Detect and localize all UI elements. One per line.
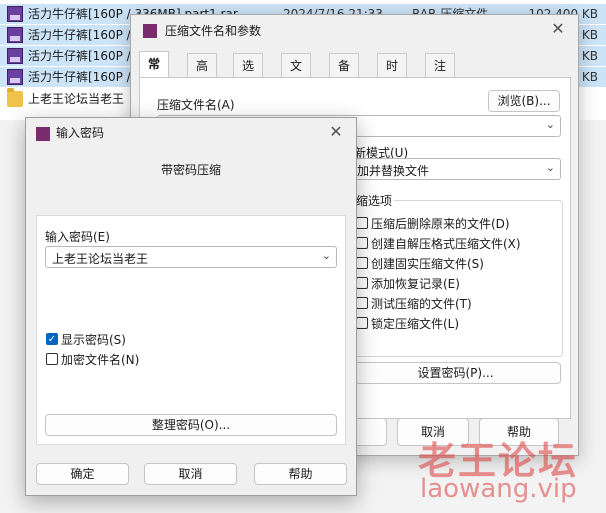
file-name: 上老王论坛当老王: [28, 92, 125, 106]
organize-passwords-button[interactable]: 整理密码(O)...: [45, 414, 337, 436]
file-size: KB: [581, 70, 598, 84]
rar-icon: [7, 48, 23, 64]
password-label: 输入密码(E): [45, 230, 110, 244]
file-size: KB: [581, 28, 598, 42]
cancel-button[interactable]: 取消: [144, 463, 237, 485]
tab-options[interactable]: 选项: [233, 53, 264, 97]
archive-name-label: 压缩文件名(A): [157, 98, 235, 112]
tab-time[interactable]: 时间: [377, 53, 408, 97]
rar-icon: [7, 27, 23, 43]
close-icon[interactable]: ✕: [326, 122, 346, 142]
file-size: KB: [581, 49, 598, 63]
encrypt-names-checkbox[interactable]: [46, 353, 58, 365]
encrypt-names-label: 加密文件名(N): [61, 353, 140, 367]
sfx-checkbox[interactable]: [356, 237, 368, 249]
test-files-checkbox[interactable]: [356, 297, 368, 309]
password-input[interactable]: 上老王论坛当老王 ⌄: [45, 246, 337, 268]
update-mode-value: 加并替换文件: [357, 164, 430, 178]
password-dialog: 输入密码 ✕ 带密码压缩 输入密码(E) 上老王论坛当老王 ⌄ ✓ 显示密码(S…: [25, 117, 357, 496]
ok-button[interactable]: 确定: [36, 463, 129, 485]
help-button[interactable]: 帮助: [254, 463, 347, 485]
delete-after-checkbox[interactable]: [356, 217, 368, 229]
options-group-label: 缩选项: [354, 192, 395, 209]
solid-checkbox[interactable]: [356, 257, 368, 269]
rar-icon: [7, 69, 23, 85]
option-label: 添加恢复记录(E): [371, 277, 460, 291]
dialog-heading: 带密码压缩: [161, 163, 222, 177]
option-label: 创建自解压格式压缩文件(X): [371, 237, 521, 251]
chevron-down-icon: ⌄: [545, 161, 555, 174]
dialog-title: 输入密码: [56, 126, 105, 140]
chevron-down-icon: ⌄: [545, 118, 555, 131]
password-value: 上老王论坛当老王: [52, 252, 149, 266]
lock-archive-checkbox[interactable]: [356, 317, 368, 329]
folder-icon: [7, 88, 23, 107]
winrar-icon: [36, 127, 50, 141]
show-password-label: 显示密码(S): [61, 333, 126, 347]
option-label: 压缩后删除原来的文件(D): [371, 217, 510, 231]
browse-button[interactable]: 浏览(B)...: [488, 90, 560, 112]
dialog-titlebar: 输入密码 ✕: [26, 118, 356, 148]
tab-files[interactable]: 文件: [281, 53, 312, 97]
chevron-down-icon: ⌄: [321, 249, 331, 262]
recovery-record-checkbox[interactable]: [356, 277, 368, 289]
option-label: 创建固实压缩文件(S): [371, 257, 484, 271]
tab-general[interactable]: 常规: [139, 51, 170, 95]
option-label: 锁定压缩文件(L): [371, 317, 460, 331]
tab-advanced[interactable]: 高级: [187, 53, 218, 97]
password-panel: 输入密码(E) 上老王论坛当老王 ⌄ ✓ 显示密码(S) 加密文件名(N) 整理…: [36, 215, 346, 445]
dialog-title: 压缩文件名和参数: [165, 24, 262, 38]
rar-icon: [7, 6, 23, 22]
tab-comment[interactable]: 注释: [425, 53, 456, 97]
close-icon[interactable]: ✕: [548, 19, 568, 39]
show-password-checkbox[interactable]: ✓: [46, 333, 58, 345]
watermark-url: laowang.vip: [420, 474, 577, 504]
option-label: 测试压缩的文件(T): [371, 297, 472, 311]
set-password-button[interactable]: 设置密码(P)...: [350, 362, 561, 384]
tab-backup[interactable]: 备份: [329, 53, 360, 97]
winrar-icon: [143, 24, 157, 38]
dialog-titlebar: 压缩文件名和参数 ✕: [131, 15, 578, 45]
update-mode-select[interactable]: 加并替换文件 ⌄: [350, 158, 561, 180]
